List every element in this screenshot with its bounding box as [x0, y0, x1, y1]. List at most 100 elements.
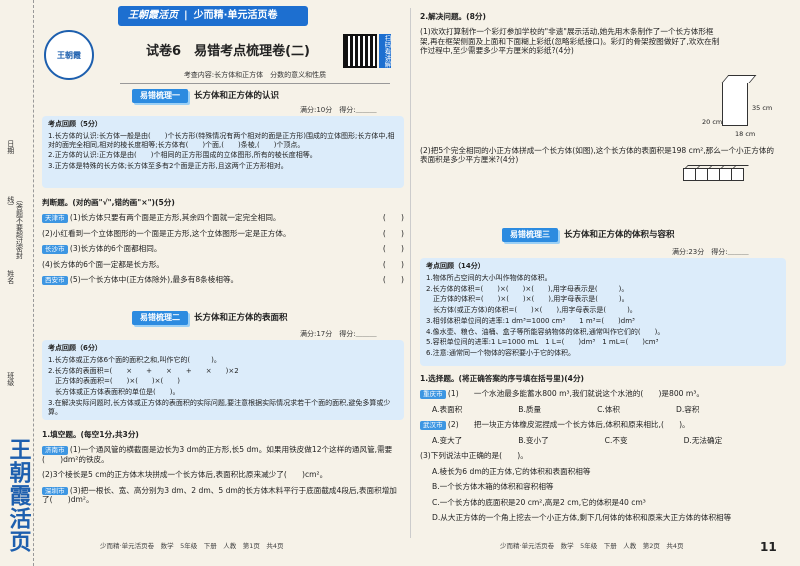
review-line: 正方体的表面积=( )×( )×( ) — [48, 377, 180, 386]
choice-title: 1.选择题。(将正确答案的序号填在括号里)(4分) — [420, 374, 585, 383]
option-a[interactable]: A.表面积 — [432, 405, 462, 414]
section-2-tag: 易错梳理二 — [132, 311, 188, 325]
judge-item: (4)长方体的6个面一定都是长方形。 ( ) — [42, 259, 404, 269]
answer-paren[interactable]: ( ) — [383, 229, 404, 238]
judge-item: 天津市 (1)长方体只要有两个面是正方形,其余四个面就一定完全相同。 ( ) — [42, 213, 404, 223]
option-d[interactable]: D.从大正方体的一个角上挖去一个小正方体,剩下几何体的体积和原来大正方体的体积相… — [420, 513, 786, 522]
seal-line-note: （答题不要超过密封线） — [6, 196, 24, 259]
page-title: 试卷6 易错考点梳理卷(二) — [146, 44, 310, 59]
review-title: 考点回顾（6分） — [48, 344, 102, 352]
review-line: 1.长方体或正方体6个面的面积之和,叫作它的( )。 — [48, 355, 221, 364]
answer-paren[interactable]: ( ) — [383, 244, 404, 253]
brand-vertical-logo: 王朝霞活页 — [5, 438, 32, 553]
city-tag: 深圳市 — [42, 486, 68, 496]
worksheet-page: 日期 （答题不要超过密封线） 姓名 班级 王朝霞活页 王朝霞活页 | 少而精·单… — [0, 0, 800, 566]
review-line: 3.相邻体积单位间的进率:1 dm³=1000 cm³ 1 m³=( )dm³ — [426, 316, 635, 325]
fill-item: 济南市 (1)一个通风管的横截面是边长为3 dm的正方形,长5 dm。如果用铁皮… — [42, 445, 393, 464]
dim-width: 18 cm — [735, 130, 756, 138]
option-c[interactable]: C.体积 — [597, 405, 620, 414]
judge-title: 判断题。(对的画"√",错的画"×")(5分) — [42, 198, 175, 207]
fill-title: 1.填空题。(每空1分,共3分) — [42, 430, 139, 439]
review-line: 2.长方体的表面积=( × + × + × )×2 — [48, 366, 239, 375]
option-d[interactable]: D.容积 — [676, 405, 699, 414]
section-2-title: 长方体和正方体的表面积 — [194, 312, 288, 323]
answer-paren[interactable]: ( ) — [383, 213, 404, 222]
choice-stem: 武汉市 (2) 把一块正方体橡皮泥捏成一个长方体后,体积和原来相比,( )。 — [420, 420, 786, 430]
cube — [731, 168, 744, 181]
class-label: 班级 — [6, 372, 15, 386]
solve-item: (2)把5个完全相同的小正方体拼成一个长方体(如图),这个长方体的表面积是198… — [420, 146, 775, 165]
qr-label: 扫码看讲解 — [379, 34, 391, 68]
fill-question-group: 1.填空题。(每空1分,共3分) 济南市 (1)一个通风管的横截面是边长为3 d… — [42, 430, 404, 511]
city-tag: 天津市 — [42, 214, 68, 223]
name-label: 姓名 — [6, 270, 15, 284]
review-line: 长方体或正方体表面积的单位是( )。 — [48, 388, 180, 396]
section-1-header: 易错梳理一 长方体和正方体的认识 — [132, 89, 279, 103]
page-divider — [410, 8, 411, 538]
cuboid-figure — [722, 82, 748, 126]
section-2-header: 易错梳理二 长方体和正方体的表面积 — [132, 311, 288, 325]
option-b[interactable]: B.一个长方体木箱的体积和容积相等 — [420, 482, 786, 491]
review-line: 长方体(或正方体)的体积=( )×( ),用字母表示是( )。 — [426, 306, 637, 314]
city-tag: 武汉市 — [420, 421, 446, 430]
footer-right: 少而精·单元活页卷 数学 5年级 下册 人教 第2页 共4页 — [500, 542, 684, 550]
review-title: 考点回顾（5分） — [48, 120, 102, 128]
answer-paren[interactable]: ( ) — [383, 275, 404, 284]
option-c[interactable]: C.一个长方体的底面积是20 cm²,高是2 cm,它的体积是40 cm³ — [420, 498, 786, 507]
section-1-score: 满分:10分 得分:＿＿＿ — [300, 106, 377, 114]
review-line: 1.长方体的认识:长方体一般是由( )个长方形(特殊情况有两个相对的面是正方形)… — [48, 131, 395, 149]
judge-question-group: 判断题。(对的画"√",错的画"×")(5分) 天津市 (1)长方体只要有两个面… — [42, 198, 404, 291]
dim-height: 35 cm — [752, 104, 773, 112]
solve-question-group: 2.解决问题。(8分) (1)欢欢打算制作一个彩灯参加学校的"非遗"展示活动,她… — [420, 12, 720, 62]
section-2-score: 满分:17分 得分:＿＿＿ — [300, 330, 377, 338]
option-b[interactable]: B.变小了 — [518, 436, 548, 445]
dim-length: 20 cm — [702, 118, 723, 126]
option-c[interactable]: C.不变 — [605, 436, 628, 445]
option-a[interactable]: A.棱长为6 dm的正方体,它的体积和表面积相等 — [420, 467, 786, 476]
page-number: 11 — [760, 540, 777, 554]
city-tag: 长沙市 — [42, 245, 68, 254]
section-2-review-box: 考点回顾（6分） 1.长方体或正方体6个面的面积之和,叫作它的( )。 2.长方… — [42, 340, 404, 420]
choice-question-group: 1.选择题。(将正确答案的序号填在括号里)(4分) 重庆市 (1) 一个水池最多… — [420, 374, 786, 529]
option-a[interactable]: A.变大了 — [432, 436, 462, 445]
fill-item: (2)3个棱长是5 cm的正方体木块拼成一个长方体后,表面积比原来减少了( )c… — [42, 470, 328, 480]
answer-paren[interactable]: ( ) — [383, 260, 404, 269]
section-3-score: 满分:23分 得分:＿＿＿ — [672, 248, 749, 256]
review-line: 1.物体所占空间的大小叫作物体的体积。 — [426, 273, 552, 282]
option-b[interactable]: B.质量 — [518, 405, 541, 414]
review-title: 考点回顾（14分） — [426, 262, 485, 270]
city-tag: 重庆市 — [420, 390, 446, 399]
page-subtitle: 考查内容:长方体和正方体 分数的意义和性质 — [120, 71, 390, 84]
section-3-tag: 易错梳理三 — [502, 228, 558, 242]
qr-code-icon[interactable] — [343, 34, 377, 68]
review-line: 正方体的体积=( )×( )×( ),用字母表示是( )。 — [426, 295, 629, 304]
section-3-title: 长方体和正方体的体积与容积 — [564, 229, 675, 240]
city-tag: 济南市 — [42, 446, 68, 455]
review-line: 3.在解决实际问题时,长方体或正方体的表面积的实际问题,要注意根据实际情况求若干… — [48, 398, 391, 416]
choice-options: A.表面积 B.质量 C.体积 D.容积 — [420, 405, 786, 414]
date-label: 日期 — [6, 140, 15, 154]
review-line: 4.像水壶、粮仓、油桶、盒子等所能容纳物体的体积,通常叫作它们的( )。 — [426, 327, 665, 336]
review-line: 2.正方体的认识:正方体是由( )个相同的正方形围成的立体图形,所有的棱长度相等… — [48, 151, 317, 160]
choice-options: A.变大了 B.变小了 C.不变 D.无法确定 — [420, 436, 786, 445]
review-line: 2.长方体的体积=( )×( )×( ),用字母表示是( )。 — [426, 284, 629, 293]
section-1-tag: 易错梳理一 — [132, 89, 188, 103]
five-cubes-figure — [683, 168, 744, 181]
section-3-review-box: 考点回顾（14分） 1.物体所占空间的大小叫作物体的体积。 2.长方体的体积=(… — [420, 258, 786, 366]
top-banner: 王朝霞活页 | 少而精·单元活页卷 — [118, 6, 308, 26]
judge-item: 西安市 (5)一个长方体中(正方体除外),最多有8条棱相等。 ( ) — [42, 275, 404, 285]
judge-item: (2)小红看到一个立体图形的一个面是正方形,这个立体图形一定是正方体。 ( ) — [42, 228, 404, 238]
judge-item: 长沙市 (3)长方体的6个面都相同。 ( ) — [42, 244, 404, 254]
section-1-title: 长方体和正方体的认识 — [194, 90, 280, 101]
brand-logo-badge: 王朝霞 — [44, 30, 94, 80]
option-d[interactable]: D.无法确定 — [684, 436, 723, 445]
review-line: 6.注意:通常同一个物体的容积要小于它的体积。 — [426, 349, 576, 357]
section-3-header: 易错梳理三 长方体和正方体的体积与容积 — [502, 228, 675, 242]
banner-brand: 王朝霞活页 — [128, 9, 178, 21]
review-line: 5.容积单位间的进率:1 L=1000 mL 1 L=( )dm³ 1 mL=(… — [426, 338, 659, 347]
binding-strip: 日期 （答题不要超过密封线） 姓名 班级 王朝霞活页 — [0, 0, 34, 566]
choice-stem: (3)下列说法中正确的是( )。 — [420, 451, 528, 461]
city-tag: 西安市 — [42, 276, 68, 285]
choice-stem: 重庆市 (1) 一个水池最多能蓄水800 m³,我们就说这个水池的( )是800… — [420, 389, 786, 399]
section-1-review-box: 考点回顾（5分） 1.长方体的认识:长方体一般是由( )个长方形(特殊情况有两个… — [42, 116, 404, 188]
